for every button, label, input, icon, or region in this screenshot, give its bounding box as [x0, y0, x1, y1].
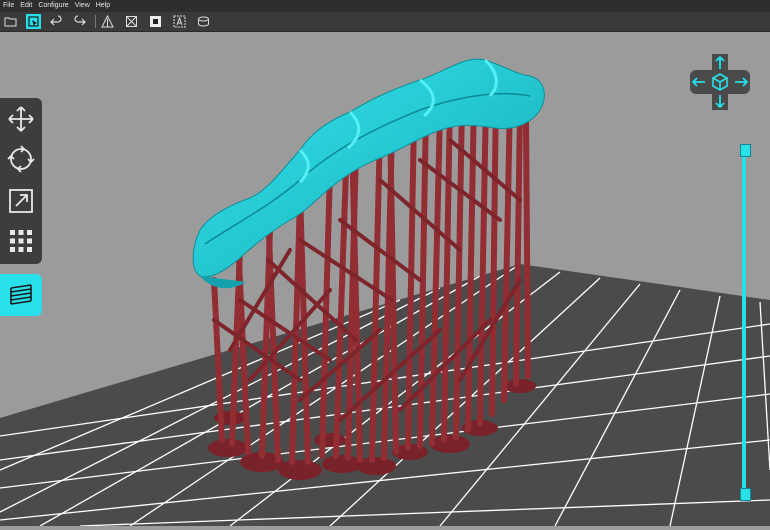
rotate-icon[interactable]: [4, 142, 38, 176]
support-icon[interactable]: [100, 14, 115, 29]
menu-configure[interactable]: Configure: [35, 0, 71, 12]
volume-icon[interactable]: [196, 14, 211, 29]
arrange-icon[interactable]: [4, 224, 38, 258]
move-icon[interactable]: [4, 102, 38, 136]
tool-sidebar: [0, 98, 42, 264]
select-icon[interactable]: [26, 14, 41, 29]
menu-file[interactable]: File: [0, 0, 17, 12]
menu-help[interactable]: Help: [93, 0, 113, 12]
open-file-icon[interactable]: [3, 14, 18, 29]
toolbar-separator: [95, 15, 96, 28]
scale-icon[interactable]: [4, 184, 38, 218]
toolbar: [0, 12, 770, 32]
layer-slider-track[interactable]: [742, 150, 746, 494]
layer-slider-bottom-handle[interactable]: [740, 488, 751, 501]
redo-icon[interactable]: [72, 14, 87, 29]
menu-bar: File Edit Configure View Help: [0, 0, 770, 12]
layers-icon[interactable]: [0, 274, 42, 316]
menu-edit[interactable]: Edit: [17, 0, 35, 12]
no-support-icon[interactable]: [124, 14, 139, 29]
hollow-icon[interactable]: [148, 14, 163, 29]
undo-icon[interactable]: [49, 14, 64, 29]
3d-viewport[interactable]: [0, 32, 770, 526]
view-navigation-cube[interactable]: [690, 54, 750, 110]
menu-view[interactable]: View: [72, 0, 93, 12]
auto-support-icon[interactable]: [172, 14, 187, 29]
scene-canvas[interactable]: [0, 32, 770, 526]
layer-slider-top-handle[interactable]: [740, 144, 751, 157]
